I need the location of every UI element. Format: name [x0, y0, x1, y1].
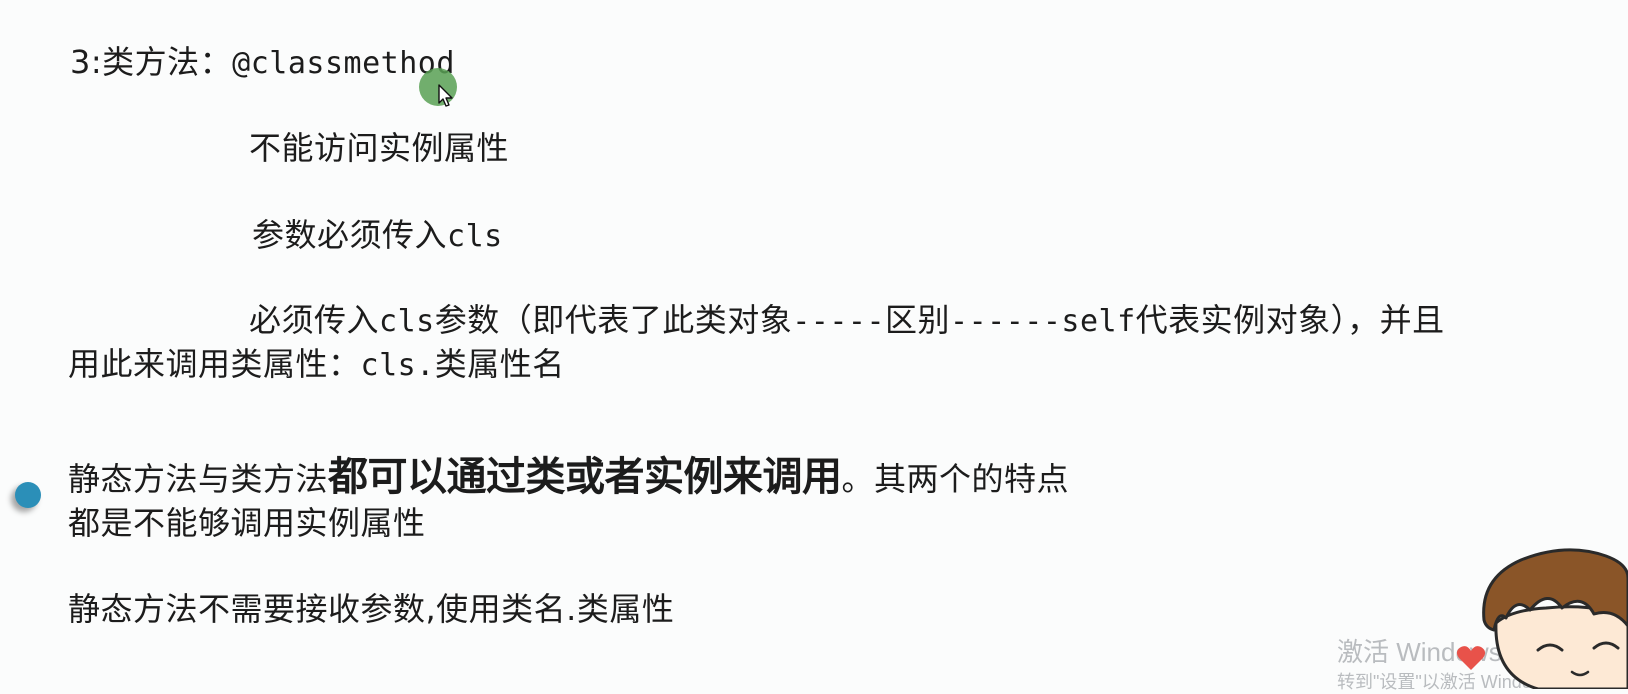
note-line-3-code-2: self: [1061, 304, 1136, 339]
note-line-3-code-1: cls: [379, 304, 435, 339]
note-line-2-text: 参数必须传入: [252, 216, 448, 254]
note-line-3-a: 必须传入: [249, 301, 380, 339]
note-line-2-code: cls: [447, 219, 503, 254]
note-line-4-b: 类属性名: [434, 345, 565, 383]
note-line-3-b: 参数（即代表了此类对象: [434, 301, 793, 339]
bullet-line-1: 静态方法与类方法都可以通过类或者实例来调用。其两个的特点: [68, 455, 1069, 501]
note-line-2: 参数必须传入cls: [252, 215, 503, 257]
note-line-3-dash-2: ------: [950, 304, 1062, 339]
heart-icon: [1456, 646, 1486, 670]
bullet-part-2: 。其两个的特点: [841, 460, 1070, 498]
heading-prefix: 3:类方法：: [70, 43, 233, 81]
note-line-1: 不能访问实例属性: [249, 129, 510, 167]
heading: 3:类方法：@classmethod: [70, 42, 455, 84]
bullet-dot-icon: [15, 482, 41, 508]
note-line-4-code: cls.: [360, 348, 435, 383]
note-line-4-a: 用此来调用类属性：: [68, 345, 361, 383]
bullet-emphasis: 都可以通过类或者实例来调用: [328, 454, 842, 500]
bullet-line-2: 都是不能够调用实例属性: [68, 504, 426, 542]
cartoon-avatar-icon: [1482, 548, 1628, 689]
static-method-note: 静态方法不需要接收参数,使用类名.类属性: [68, 590, 675, 628]
note-line-4: 用此来调用类属性：cls.类属性名: [68, 344, 565, 386]
mouse-cursor-icon: [438, 84, 453, 107]
bullet-part-1: 静态方法与类方法: [68, 460, 329, 498]
note-line-3: 必须传入cls参数（即代表了此类对象-----区别------self代表实例对…: [249, 300, 1445, 342]
note-line-3-dash-1: -----: [792, 304, 886, 339]
note-line-3-c: 区别: [885, 301, 951, 339]
note-line-3-d: 代表实例对象），并且: [1135, 301, 1445, 339]
